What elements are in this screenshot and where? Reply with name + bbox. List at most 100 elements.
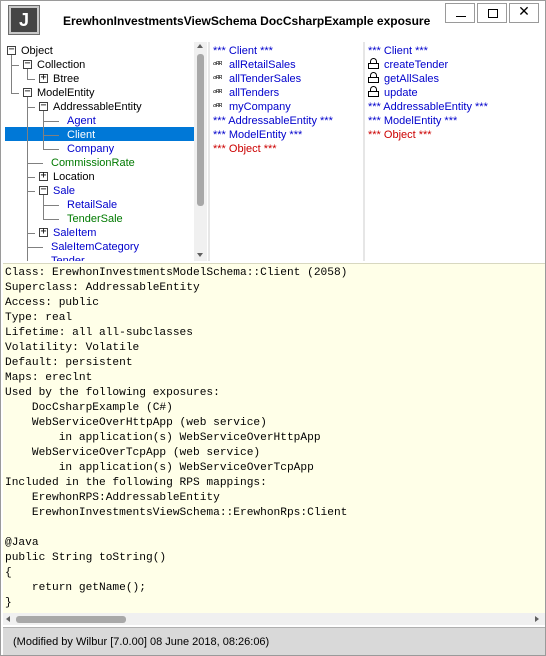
- collapse-icon[interactable]: −: [39, 184, 48, 195]
- status-text: (Modified by Wilbur [7.0.00] 08 June 201…: [13, 636, 270, 648]
- expander-glyph: +: [40, 226, 47, 237]
- lock-icon: [368, 58, 380, 69]
- property-label: *** Object ***: [213, 143, 277, 155]
- tree-item-sale[interactable]: Sale: [53, 184, 75, 198]
- method-label: *** AddressableEntity ***: [368, 101, 488, 113]
- method-label: createTender: [384, 59, 449, 71]
- expander-glyph: +: [40, 72, 47, 83]
- property-label: allTenderSales: [229, 73, 302, 85]
- tree-item-saleitem[interactable]: SaleItem: [53, 226, 96, 240]
- tree-item-client[interactable]: Client: [67, 128, 95, 142]
- method-item[interactable]: createTender: [368, 58, 448, 72]
- tree-connector-line: [27, 191, 35, 192]
- scroll-up-icon[interactable]: [197, 44, 203, 48]
- collapse-icon[interactable]: −: [39, 100, 48, 111]
- property-item[interactable]: ᵒᴿᴿ myCompany: [213, 100, 291, 114]
- tree-item-saleitemcategory[interactable]: SaleItemCategory: [51, 240, 139, 254]
- maximize-icon: [488, 9, 498, 18]
- scrollbar-thumb[interactable]: [16, 616, 126, 623]
- app-window: J ErewhonInvestmentsViewSchema DocCsharp…: [0, 0, 546, 656]
- tree-item-addressableentity[interactable]: AddressableEntity: [53, 100, 142, 114]
- title-bar[interactable]: J ErewhonInvestmentsViewSchema DocCsharp…: [1, 1, 545, 37]
- method-label: *** Client ***: [368, 45, 428, 57]
- expander-glyph: −: [40, 100, 47, 111]
- source-pane[interactable]: Class: ErewhonInvestmentsModelSchema::Cl…: [3, 263, 545, 615]
- close-button[interactable]: ✕: [509, 3, 539, 23]
- class-tree-panel[interactable]: − Object − Collection + Btree − ModelEntity − Add…: [3, 42, 194, 261]
- tree-item-company[interactable]: Company: [67, 142, 114, 156]
- tree-connector-line: [43, 205, 59, 206]
- tree-connector-line: [27, 163, 43, 164]
- tree-connector-line: [43, 135, 59, 136]
- tree-item-commissionrate[interactable]: CommissionRate: [51, 156, 135, 170]
- scroll-down-icon[interactable]: [197, 253, 203, 257]
- method-label: update: [384, 87, 418, 99]
- collapse-icon[interactable]: −: [23, 58, 32, 69]
- expand-icon[interactable]: +: [39, 170, 48, 181]
- property-item[interactable]: ᵒᴿᴿ allTenderSales: [213, 72, 301, 86]
- scrollbar-thumb[interactable]: [197, 54, 204, 206]
- method-item[interactable]: *** Client ***: [368, 44, 428, 58]
- methods-panel[interactable]: *** Client *** createTender getAllSales upd…: [363, 42, 545, 261]
- method-item[interactable]: update: [368, 86, 418, 100]
- property-item[interactable]: *** AddressableEntity ***: [213, 114, 333, 128]
- property-item[interactable]: ᵒᴿᴿ allTenders: [213, 86, 279, 100]
- source-text[interactable]: Class: ErewhonInvestmentsModelSchema::Cl…: [5, 266, 347, 611]
- reference-icon: ᵒᴿᴿ: [213, 103, 223, 113]
- expand-icon[interactable]: +: [39, 72, 48, 83]
- tree-connector-line: [43, 219, 59, 220]
- collapse-icon[interactable]: −: [23, 86, 32, 97]
- tree-item-object[interactable]: Object: [21, 44, 53, 58]
- property-item[interactable]: ᵒᴿᴿ allRetailSales: [213, 58, 296, 72]
- tree-connector-line: [27, 233, 35, 234]
- scroll-right-icon[interactable]: [535, 616, 539, 622]
- tree-connector-line: [27, 79, 35, 80]
- tree-item-tendersale[interactable]: TenderSale: [67, 212, 123, 226]
- expander-glyph: −: [40, 184, 47, 195]
- tree-connector-line: [27, 247, 43, 248]
- reference-icon: ᵒᴿᴿ: [213, 89, 223, 99]
- method-label: getAllSales: [384, 73, 440, 85]
- collapse-icon[interactable]: −: [7, 44, 16, 55]
- scroll-left-icon[interactable]: [6, 616, 10, 622]
- tree-item-modelentity[interactable]: ModelEntity: [37, 86, 94, 100]
- property-item[interactable]: *** ModelEntity ***: [213, 128, 302, 142]
- property-label: *** Client ***: [213, 45, 273, 57]
- expander-glyph: +: [40, 170, 47, 181]
- lock-icon: [368, 72, 380, 83]
- reference-icon: ᵒᴿᴿ: [213, 75, 223, 85]
- tree-connector-line: [11, 93, 19, 94]
- properties-panel[interactable]: *** Client *** ᵒᴿᴿ allRetailSales ᵒᴿᴿ allTen…: [208, 42, 361, 261]
- tree-connector-line: [43, 121, 59, 122]
- tree-item-location[interactable]: Location: [53, 170, 95, 184]
- reference-icon: ᵒᴿᴿ: [213, 61, 223, 71]
- tree-item-tender[interactable]: Tender: [51, 254, 85, 261]
- app-icon: J: [8, 5, 40, 35]
- source-horizontal-scrollbar[interactable]: [3, 613, 545, 625]
- property-item[interactable]: *** Client ***: [213, 44, 273, 58]
- tree-connector-line: [11, 51, 12, 93]
- method-item[interactable]: getAllSales: [368, 72, 439, 86]
- property-item[interactable]: *** Object ***: [213, 142, 277, 156]
- method-item[interactable]: *** Object ***: [368, 128, 432, 142]
- tree-item-agent[interactable]: Agent: [67, 114, 96, 128]
- maximize-button[interactable]: [477, 3, 507, 23]
- expander-glyph: −: [8, 44, 15, 55]
- tree-item-retailsale[interactable]: RetailSale: [67, 198, 117, 212]
- close-icon: ✕: [518, 4, 530, 20]
- expand-icon[interactable]: +: [39, 226, 48, 237]
- tree-connector-line: [11, 65, 19, 66]
- expander-glyph: −: [24, 86, 31, 97]
- lock-icon: [368, 86, 380, 97]
- status-bar: (Modified by Wilbur [7.0.00] 08 June 201…: [3, 627, 545, 655]
- tree-item-btree[interactable]: Btree: [53, 72, 79, 86]
- tree-vertical-scrollbar[interactable]: [194, 42, 207, 261]
- method-item[interactable]: *** AddressableEntity ***: [368, 100, 488, 114]
- property-label: allTenders: [229, 87, 280, 99]
- tree-item-collection[interactable]: Collection: [37, 58, 85, 72]
- minimize-button[interactable]: [445, 3, 475, 23]
- expander-glyph: −: [24, 58, 31, 69]
- method-item[interactable]: *** ModelEntity ***: [368, 114, 457, 128]
- minimize-icon: [456, 16, 466, 17]
- property-label: *** AddressableEntity ***: [213, 115, 333, 127]
